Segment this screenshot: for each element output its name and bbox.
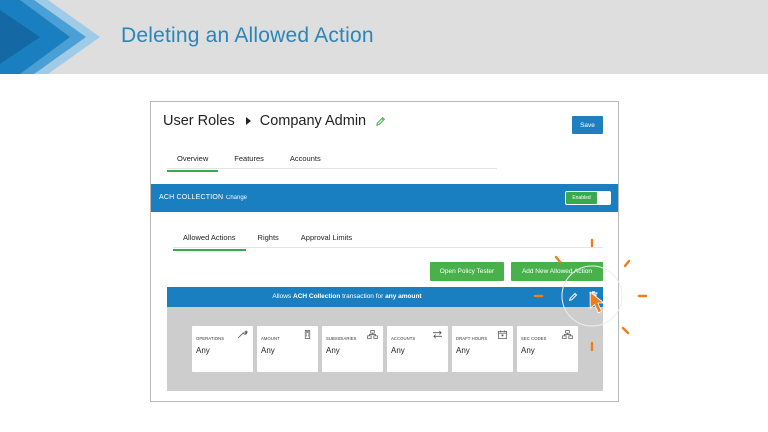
pencil-icon[interactable]	[375, 116, 386, 127]
change-link[interactable]: Change	[226, 195, 247, 201]
org-chart-icon	[367, 330, 378, 339]
wrench-icon	[237, 330, 248, 339]
slide: Deleting an Allowed Action User Roles Co…	[0, 0, 768, 432]
slide-title: Deleting an Allowed Action	[121, 24, 374, 47]
open-policy-tester-button[interactable]: Open Policy Tester	[430, 262, 504, 281]
allowed-action-summary: Allows ACH Collection transaction for an…	[272, 293, 422, 300]
breadcrumb-current: Company Admin	[259, 113, 367, 129]
conditions-area: OPERATIONS Any AMOUNT Any SUBSIDIARIES A…	[167, 307, 603, 391]
chevron-logo-icon	[0, 0, 100, 74]
allowed-action-header: Allows ACH Collection transaction for an…	[167, 287, 603, 307]
card-sec-codes: SEC CODES Any	[517, 326, 578, 372]
save-button[interactable]: Save	[572, 116, 603, 134]
org-chart-icon	[562, 330, 573, 339]
edit-icon[interactable]	[568, 292, 578, 302]
toggle-label: Enabled	[566, 192, 597, 204]
breadcrumb-root[interactable]: User Roles	[163, 113, 235, 129]
transfer-arrows-icon	[433, 330, 442, 339]
pointer-cursor-icon	[589, 291, 605, 314]
enabled-toggle[interactable]: Enabled	[565, 191, 611, 205]
card-subsidiaries: SUBSIDIARIES Any	[322, 326, 383, 372]
caret-right-icon	[245, 117, 251, 125]
add-allowed-action-button[interactable]: Add New Allowed Action	[511, 262, 603, 281]
feature-title: ACH COLLECTION	[159, 194, 224, 201]
slide-header: Deleting an Allowed Action	[0, 0, 768, 74]
calculator-icon	[304, 330, 311, 339]
app-screenshot: User Roles Company Admin Save Overview F…	[150, 101, 619, 402]
calendar-icon	[498, 330, 507, 339]
feature-bar: ACH COLLECTION Change Enabled	[151, 184, 618, 212]
breadcrumb: User Roles Company Admin	[163, 113, 386, 129]
card-accounts: ACCOUNTS Any	[387, 326, 448, 372]
card-operations: OPERATIONS Any	[192, 326, 253, 372]
card-amount: AMOUNT Any	[257, 326, 318, 372]
card-draft-hours: DRAFT HOURS Any	[452, 326, 513, 372]
divider	[167, 168, 497, 169]
divider	[173, 247, 603, 248]
